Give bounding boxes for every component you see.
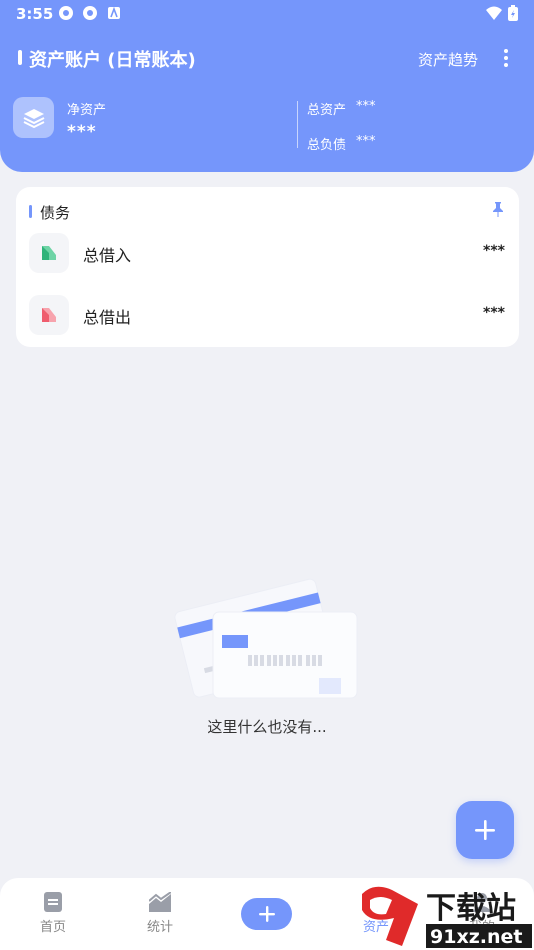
status-notification-icons bbox=[58, 5, 122, 21]
plus-icon bbox=[258, 906, 275, 922]
list-item-borrow-in[interactable]: 总借入 *** bbox=[16, 225, 519, 281]
lend-out-icon bbox=[29, 295, 69, 335]
svg-text:下载站: 下载站 bbox=[426, 891, 516, 926]
site-watermark-logo: 下载站 91xz.net bbox=[362, 886, 532, 948]
list-item-lend-out[interactable]: 总借出 *** bbox=[16, 287, 519, 343]
nav-item-stats[interactable]: 统计 bbox=[130, 892, 190, 935]
pin-icon[interactable] bbox=[491, 201, 505, 217]
status-time: 3:55 bbox=[16, 5, 54, 23]
battery-icon bbox=[508, 5, 518, 21]
watermark-text-top: 下载站 bbox=[426, 891, 516, 926]
total-debt-value: *** bbox=[356, 134, 376, 149]
borrow-in-value: *** bbox=[483, 243, 505, 259]
add-account-button[interactable] bbox=[456, 801, 514, 859]
nav-add-record-button[interactable] bbox=[241, 898, 292, 930]
net-assets-label: 净资产 bbox=[67, 103, 107, 118]
status-system-icons bbox=[486, 5, 518, 21]
empty-state-text: 这里什么也没有... bbox=[207, 718, 327, 736]
layers-icon bbox=[13, 97, 54, 138]
status-bar: 3:55 bbox=[0, 0, 534, 28]
lend-out-value: *** bbox=[483, 305, 505, 321]
watermark-text-bottom: 91xz.net bbox=[430, 926, 522, 948]
nav-home-label: 首页 bbox=[39, 920, 66, 935]
debt-card-title: 债务 bbox=[40, 204, 71, 222]
asset-trend-link[interactable]: 资产趋势 bbox=[418, 49, 478, 70]
wifi-icon bbox=[486, 6, 502, 20]
title-accent-bar bbox=[18, 50, 22, 65]
home-icon bbox=[44, 892, 62, 912]
empty-cards-illustration bbox=[174, 578, 358, 699]
borrow-in-label: 总借入 bbox=[83, 246, 132, 265]
debt-card: 债务 总借入 *** 总借出 *** bbox=[16, 187, 519, 347]
nav-item-home[interactable]: 首页 bbox=[23, 892, 83, 935]
card-accent-bar bbox=[29, 205, 32, 218]
total-assets-value: *** bbox=[356, 99, 376, 114]
aperture-icon bbox=[83, 6, 97, 20]
more-menu-icon[interactable] bbox=[496, 46, 516, 70]
summary-divider bbox=[297, 101, 298, 148]
chart-icon bbox=[149, 892, 171, 912]
plus-icon bbox=[475, 820, 495, 840]
borrow-in-icon bbox=[29, 233, 69, 273]
aperture-icon bbox=[59, 6, 73, 20]
page-title[interactable]: 资产账户 (日常账本) bbox=[29, 46, 196, 72]
nav-stats-label: 统计 bbox=[146, 920, 173, 935]
title-bar: 资产账户 (日常账本) 资产趋势 bbox=[0, 40, 534, 76]
lend-out-label: 总借出 bbox=[83, 308, 132, 327]
total-assets-label: 总资产 bbox=[307, 103, 347, 118]
net-assets-value: *** bbox=[67, 122, 97, 142]
total-debt-label: 总负债 bbox=[307, 138, 347, 153]
font-icon bbox=[108, 6, 120, 19]
